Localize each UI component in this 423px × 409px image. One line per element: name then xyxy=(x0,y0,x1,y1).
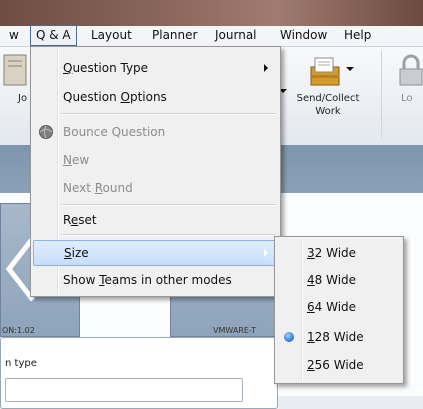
type-panel: n type xyxy=(0,337,278,409)
menu-journal[interactable]: Journal xyxy=(210,26,262,45)
menu-help[interactable]: Help xyxy=(339,26,376,45)
size-option-64[interactable]: 64 Wide xyxy=(277,295,399,319)
send-collect-dropdown-icon[interactable] xyxy=(346,67,354,71)
qa-menu: Question Type Question Options Bounce Qu… xyxy=(30,46,281,297)
menu-item-reset[interactable]: Reset xyxy=(33,208,276,232)
menu-item-bounce-question: Bounce Question xyxy=(63,125,166,139)
ribbon-separator-2 xyxy=(381,51,382,139)
menu-qa[interactable]: Q & A xyxy=(30,25,77,46)
type-field[interactable] xyxy=(5,378,243,402)
type-label: n type xyxy=(5,358,37,369)
send-collect-label-2: Work xyxy=(315,106,341,117)
menu-separator xyxy=(61,113,276,115)
size-option-256[interactable]: 256 Wide xyxy=(277,353,399,377)
send-collect-button[interactable]: Send/Collect Work xyxy=(293,92,363,118)
lock-icon[interactable] xyxy=(396,53,423,89)
menu-separator xyxy=(61,204,276,206)
menu-bar: w Q & A Layout Planner Journal Window He… xyxy=(0,25,423,47)
menu-item-show-teams[interactable]: Show Teams in other modes xyxy=(33,268,276,292)
submenu-arrow-icon xyxy=(264,249,268,257)
send-collect-icon[interactable] xyxy=(305,53,345,89)
size-submenu: 32 Wide 48 Wide 64 Wide 128 Wide 256 Wid… xyxy=(274,236,404,384)
send-collect-label-1: Send/Collect xyxy=(296,93,360,104)
menu-separator xyxy=(61,234,276,236)
menu-item-next-round: Next Round xyxy=(63,181,133,195)
window-title-bar xyxy=(0,0,423,26)
ribbon-right-partial-label: Lo xyxy=(401,93,413,104)
menu-planner[interactable]: Planner xyxy=(147,26,202,45)
size-option-128[interactable]: 128 Wide xyxy=(277,325,399,349)
menu-item-question-options[interactable]: Question Options xyxy=(33,85,276,109)
left-panel-caption: ON:1.02 xyxy=(2,326,35,335)
right-panel-caption: VMWARE-T xyxy=(213,326,256,335)
menu-item-question-type[interactable]: Question Type xyxy=(33,56,276,80)
journal-icon xyxy=(3,54,27,86)
menu-window[interactable]: Window xyxy=(275,26,332,45)
submenu-arrow-icon xyxy=(264,64,268,72)
size-option-48[interactable]: 48 Wide xyxy=(277,268,399,292)
ribbon-left-partial-label: Jo xyxy=(18,93,28,104)
size-option-32[interactable]: 32 Wide xyxy=(277,241,399,265)
menu-item-new: New xyxy=(63,153,90,167)
menu-window-partial[interactable]: w xyxy=(4,26,24,45)
menu-layout[interactable]: Layout xyxy=(86,26,137,45)
menu-item-size[interactable]: Size xyxy=(33,240,276,266)
